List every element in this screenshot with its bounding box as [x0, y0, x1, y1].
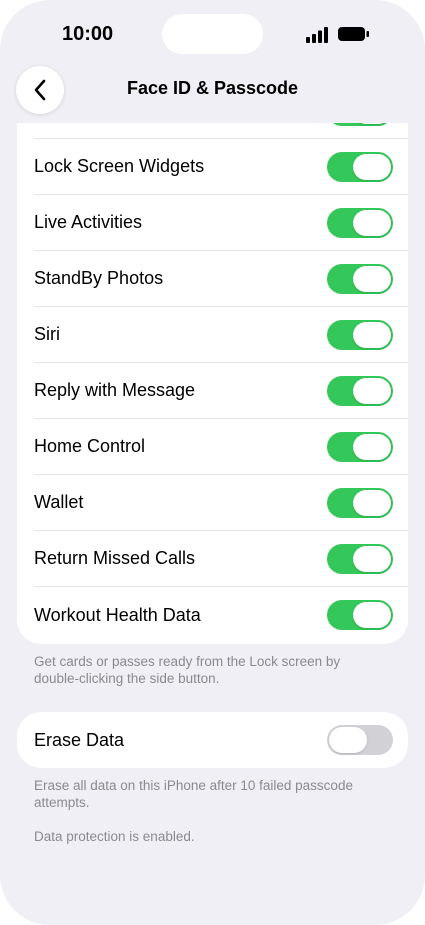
return-missed-calls-toggle[interactable] [327, 544, 393, 574]
allow-access-footnote: Get cards or passes ready from the Lock … [34, 654, 341, 686]
reply-with-message-toggle[interactable] [327, 376, 393, 406]
list-item: Return Missed Calls [34, 531, 408, 587]
row-label: Siri [34, 324, 60, 344]
list-item: Erase Data [34, 712, 408, 768]
signal-icon [306, 27, 328, 43]
status-time: 10:00 [62, 23, 114, 45]
row-label: Live Activities [34, 212, 143, 232]
row-label: Erase Data [34, 729, 125, 750]
live-activities-toggle[interactable] [327, 208, 393, 238]
erase-data-toggle[interactable] [327, 725, 393, 755]
workout-health-data-toggle[interactable] [327, 600, 393, 630]
toggle-switch[interactable] [327, 123, 393, 126]
erase-data-card: Erase Data [17, 712, 408, 768]
list-item: Reply with Message [34, 363, 408, 419]
page-title: Face ID & Passcode [126, 78, 299, 98]
lock-screen-widgets-toggle[interactable] [327, 152, 393, 182]
row-label: Lock Screen Widgets [34, 156, 205, 176]
list-item: Siri [34, 307, 408, 363]
list-item [34, 123, 408, 139]
row-label: StandBy Photos [34, 268, 164, 288]
allow-access-when-locked-list: Lock Screen Widgets Live Activities Stan… [17, 123, 408, 644]
home-control-toggle[interactable] [327, 432, 393, 462]
erase-data-footnote: Erase all data on this iPhone after 10 f… [34, 778, 353, 810]
status-bar: 10:00 [0, 0, 425, 70]
list-item: Workout Health Data [34, 587, 408, 643]
siri-toggle[interactable] [327, 320, 393, 350]
settings-scroll-area[interactable]: Lock Screen Widgets Live Activities Stan… [0, 123, 425, 925]
row-label: Return Missed Calls [34, 548, 196, 568]
row-label: Workout Health Data [34, 604, 201, 625]
battery-icon [338, 27, 369, 41]
row-label: Wallet [34, 492, 84, 512]
standby-photos-toggle[interactable] [327, 264, 393, 294]
dynamic-island [162, 14, 263, 54]
list-item: Wallet [34, 475, 408, 531]
list-item: Lock Screen Widgets [34, 139, 408, 195]
wallet-toggle[interactable] [327, 488, 393, 518]
phone-screen: 10:00 Face ID & Passcode Lock Screen Wid… [0, 0, 425, 925]
row-label: Home Control [34, 436, 146, 456]
list-item: Live Activities [34, 195, 408, 251]
data-protection-note: Data protection is enabled. [34, 829, 195, 844]
list-item: StandBy Photos [34, 251, 408, 307]
list-item: Home Control [34, 419, 408, 475]
row-label: Reply with Message [34, 380, 196, 400]
